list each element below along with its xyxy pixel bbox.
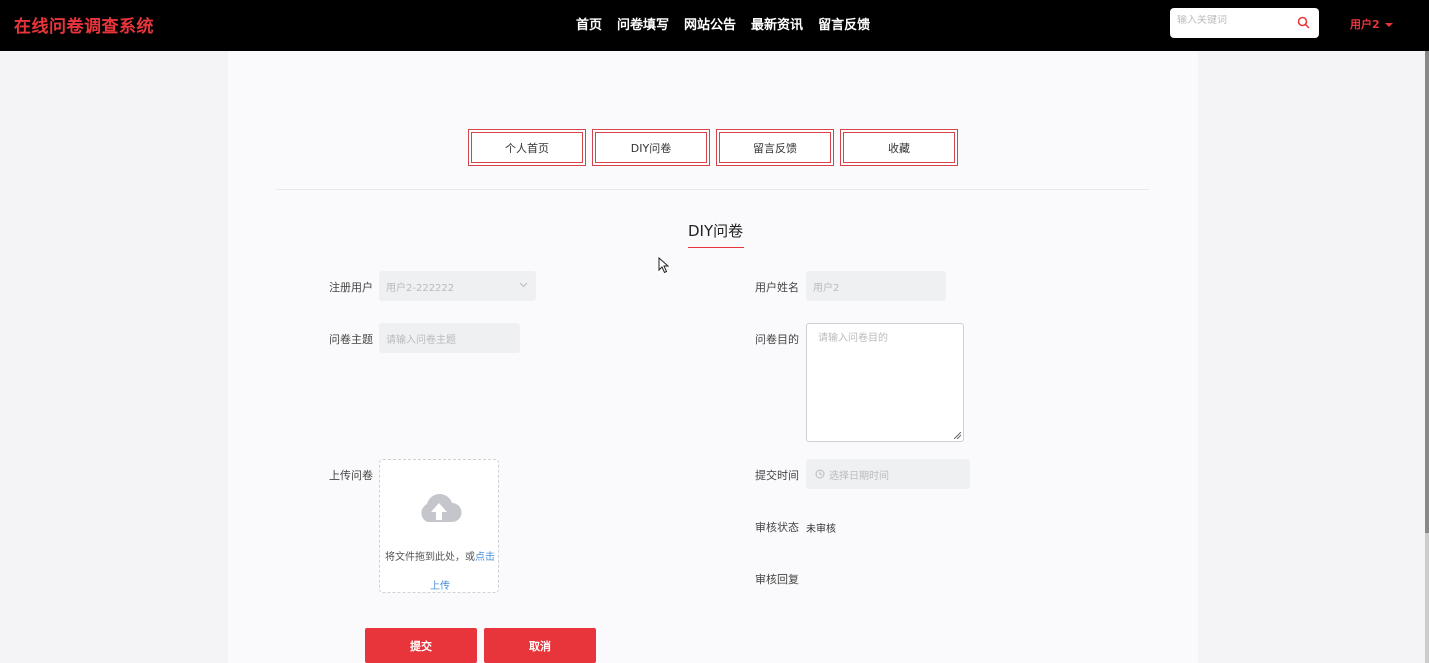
user-name-field[interactable]: 用户2	[806, 271, 946, 301]
upload-link[interactable]: 上传	[380, 577, 500, 592]
user-name-value: 用户2	[813, 282, 840, 294]
cloud-upload-icon	[421, 494, 462, 522]
tab-favorites-label: 收藏	[843, 132, 955, 163]
review-status-label: 审核状态	[755, 521, 799, 534]
nav-item-news[interactable]: 最新资讯	[751, 14, 803, 33]
section-divider	[276, 189, 1149, 190]
nav-item-feedback[interactable]: 留言反馈	[818, 14, 870, 33]
user-dropdown[interactable]: 用户2	[1350, 16, 1393, 32]
submit-time-placeholder: 选择日期时间	[829, 470, 889, 482]
content-panel: 个人首页 DIY问卷 留言反馈 收藏 DIY问卷 注册用户 用户2-222222…	[228, 51, 1198, 663]
cancel-button[interactable]: 取消	[484, 628, 596, 663]
search-box	[1170, 8, 1319, 38]
registered-user-value: 用户2-222222	[386, 282, 455, 294]
tab-profile-label: 个人首页	[471, 132, 583, 163]
tab-profile[interactable]: 个人首页	[468, 129, 586, 166]
tab-feedback-label: 留言反馈	[719, 132, 831, 163]
nav-item-survey-fill[interactable]: 问卷填写	[617, 14, 669, 33]
tab-feedback[interactable]: 留言反馈	[716, 129, 834, 166]
submit-time-label: 提交时间	[755, 469, 799, 482]
registered-user-label: 注册用户	[329, 281, 373, 294]
submit-time-picker[interactable]: 选择日期时间	[806, 459, 970, 489]
main-nav: 首页 问卷填写 网站公告 最新资讯 留言反馈	[576, 14, 870, 33]
page-scrollbar[interactable]	[1425, 51, 1429, 663]
site-brand[interactable]: 在线问卷调查系统	[14, 12, 154, 37]
clock-icon	[815, 469, 825, 479]
upload-hint-text: 将文件拖到此处，或	[385, 552, 475, 563]
submit-button[interactable]: 提交	[365, 628, 477, 663]
subject-label: 问卷主题	[329, 333, 373, 346]
scrollbar-thumb[interactable]	[1425, 51, 1429, 533]
upload-hint: 将文件拖到此处，或点击	[380, 548, 500, 563]
page-title: DIY问卷	[688, 222, 744, 240]
user-name-label: 用户姓名	[755, 281, 799, 294]
purpose-label: 问卷目的	[755, 333, 799, 346]
center-tabs: 个人首页 DIY问卷 留言反馈 收藏	[468, 129, 958, 166]
file-upload-dropzone[interactable]: 将文件拖到此处，或点击 上传	[379, 459, 499, 593]
nav-item-announcements[interactable]: 网站公告	[684, 14, 736, 33]
nav-item-home[interactable]: 首页	[576, 14, 602, 33]
review-reply-label: 审核回复	[755, 573, 799, 586]
mouse-cursor-icon	[658, 257, 669, 274]
resize-grip-icon[interactable]	[954, 432, 961, 439]
subject-placeholder: 请输入问卷主题	[386, 334, 456, 346]
top-navbar: 在线问卷调查系统 首页 问卷填写 网站公告 最新资讯 留言反馈 用户2	[0, 0, 1429, 51]
upload-label: 上传问卷	[329, 469, 373, 482]
title-underline	[688, 247, 744, 248]
purpose-placeholder: 请输入问卷目的	[818, 333, 888, 344]
subject-input[interactable]: 请输入问卷主题	[379, 323, 520, 353]
user-dropdown-label: 用户2	[1350, 18, 1380, 31]
tab-diy-survey[interactable]: DIY问卷	[592, 129, 710, 166]
search-icon[interactable]	[1297, 16, 1310, 29]
chevron-down-icon	[519, 282, 528, 288]
review-status-value: 未审核	[806, 524, 836, 535]
tab-diy-survey-label: DIY问卷	[595, 132, 707, 163]
registered-user-select[interactable]: 用户2-222222	[379, 271, 536, 301]
search-input[interactable]	[1177, 15, 1295, 26]
upload-click-link[interactable]: 点击	[475, 552, 495, 563]
tab-favorites[interactable]: 收藏	[840, 129, 958, 166]
purpose-textarea[interactable]: 请输入问卷目的	[806, 323, 964, 442]
caret-down-icon	[1384, 23, 1393, 27]
